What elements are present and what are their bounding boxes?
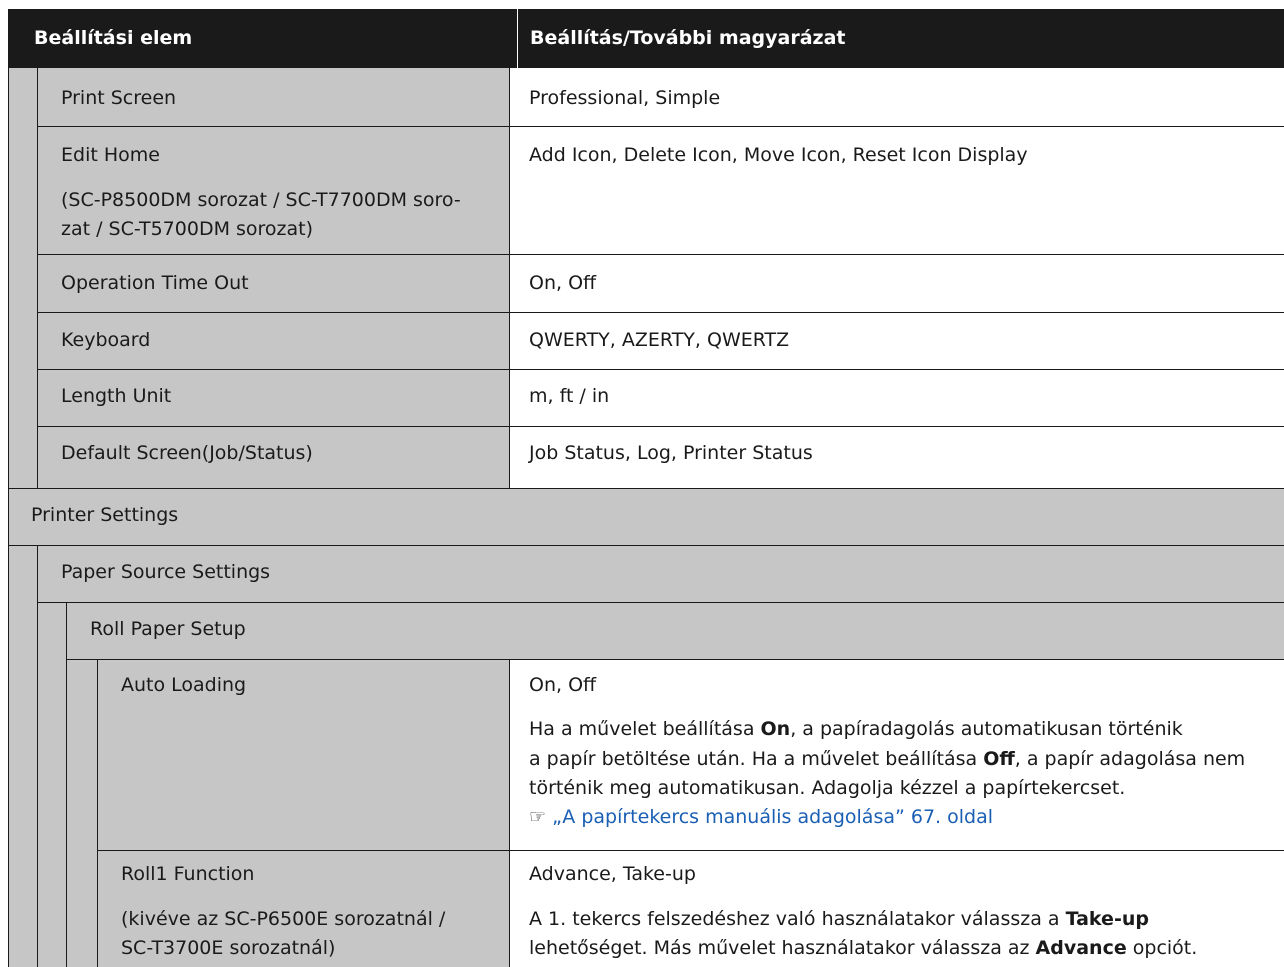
default-screen-label: Default Screen(Job/Status)	[61, 442, 313, 464]
roll1-function-value: Advance, Take-up	[529, 863, 696, 885]
roll1-function-note-line1: (kivéve az SC-P6500E sorozatnál /	[121, 908, 446, 930]
row-roll-paper-setup	[66, 602, 1284, 659]
header-col-setting-explanation: Beállítás/További magyarázat	[530, 27, 846, 49]
auto-loading-label: Auto Loading	[121, 674, 247, 696]
operation-time-out-value: On, Off	[529, 272, 597, 294]
length-unit-label: Length Unit	[61, 385, 172, 407]
print-screen-value: Professional, Simple	[529, 87, 721, 109]
rule	[37, 254, 1284, 255]
rule	[37, 369, 1284, 370]
edit-home-label: Edit Home	[61, 144, 160, 166]
rule	[8, 488, 1284, 489]
indent-bar-level1	[8, 545, 37, 967]
row-printer-settings	[8, 488, 1284, 545]
auto-loading-desc-line2: a papír betöltése után. Ha a művelet beá…	[529, 748, 1246, 770]
roll1-function-desc-line1: A 1. tekercs felszedéshez való használat…	[529, 908, 1149, 930]
rule	[37, 602, 1284, 603]
rule	[8, 545, 1284, 546]
roll1-function-note-line2: SC-T3700E sorozatnál)	[121, 937, 336, 959]
printer-settings-label: Printer Settings	[31, 504, 179, 526]
rule	[509, 68, 510, 488]
rule	[8, 68, 9, 967]
roll-paper-setup-label: Roll Paper Setup	[90, 618, 246, 640]
paper-source-settings-label: Paper Source Settings	[61, 561, 271, 583]
auto-loading-reference: ☞ „A papírtekercs manuális adagolása” 67…	[529, 803, 993, 831]
rule	[509, 659, 510, 967]
keyboard-value: QWERTY, AZERTY, QWERTZ	[529, 329, 790, 351]
pointing-hand-icon: ☞	[529, 806, 547, 828]
default-screen-value: Job Status, Log, Printer Status	[529, 442, 813, 464]
header-divider	[517, 9, 518, 68]
roll1-function-label: Roll1 Function	[121, 863, 255, 885]
keyboard-label: Keyboard	[61, 329, 151, 351]
auto-loading-desc-line3: történik meg automatikusan. Adagolja kéz…	[529, 777, 1126, 799]
table-header: Beállítási elem Beállítás/További magyar…	[8, 9, 1284, 68]
indent-bar-level2	[37, 602, 66, 967]
rule	[37, 426, 1284, 427]
length-unit-value: m, ft / in	[529, 385, 610, 407]
auto-loading-desc-line1: Ha a művelet beállítása On, a papíradago…	[529, 718, 1183, 740]
rule	[66, 602, 67, 967]
roll1-function-desc-line2: lehetőséget. Más művelet használatakor v…	[529, 937, 1198, 959]
header-col-setting-item: Beállítási elem	[34, 27, 193, 49]
edit-home-note-line2: zat / SC-T5700DM sorozat)	[61, 218, 314, 240]
indent-bar-level3	[66, 659, 97, 967]
auto-loading-value: On, Off	[529, 674, 597, 696]
edit-home-note-line1: (SC-P8500DM sorozat / SC-T7700DM soro-	[61, 189, 461, 211]
rule	[37, 68, 38, 488]
rule	[37, 126, 1284, 127]
edit-home-value: Add Icon, Delete Icon, Move Icon, Reset …	[529, 144, 1028, 166]
rule	[37, 545, 38, 967]
print-screen-label: Print Screen	[61, 87, 177, 109]
rule	[66, 659, 1284, 660]
indent-bar-level1-top	[8, 68, 37, 488]
rule	[97, 659, 98, 967]
rule	[37, 312, 1284, 313]
rule	[97, 850, 1284, 851]
manual-feed-page-link[interactable]: „A papírtekercs manuális adagolása” 67. …	[552, 806, 993, 828]
operation-time-out-label: Operation Time Out	[61, 272, 249, 294]
